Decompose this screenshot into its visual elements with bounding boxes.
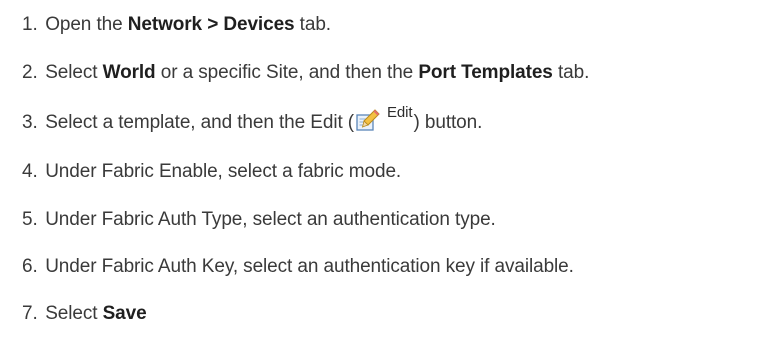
- edit-button-image: Edit: [355, 104, 413, 132]
- step-2: 2. Select World or a specific Site, and …: [22, 61, 589, 85]
- step-text: Select a template, and then the Edit (: [45, 112, 355, 133]
- step-text: Under Fabric Auth Type, select an authen…: [45, 209, 496, 230]
- step-text: Select: [45, 303, 103, 324]
- step-4: 4. Under Fabric Enable, select a fabric …: [22, 160, 401, 184]
- term-save: Save: [102, 303, 147, 324]
- edit-button-label: Edit: [387, 104, 413, 121]
- step-6: 6. Under Fabric Auth Key, select an auth…: [22, 255, 574, 279]
- term-port-templates: Port Templates: [418, 62, 553, 83]
- step-1: 1. Open the Network > Devices tab.: [22, 13, 331, 37]
- step-text: or a specific Site, and then the: [155, 62, 419, 83]
- step-5: 5. Under Fabric Auth Type, select an aut…: [22, 208, 496, 232]
- step-text: tab.: [552, 62, 590, 83]
- step-text: ) button.: [413, 112, 483, 133]
- menu-path-network-devices: Network > Devices: [127, 14, 295, 35]
- step-3: 3. Select a template, and then the Edit …: [22, 104, 483, 135]
- step-number: 7.: [22, 303, 38, 324]
- step-text: tab.: [294, 14, 331, 35]
- procedure-steps: 1. Open the Network > Devices tab. 2. Se…: [0, 0, 784, 342]
- step-number: 6.: [22, 256, 38, 277]
- term-world: World: [102, 62, 156, 83]
- step-7: 7. Select Save: [22, 302, 147, 326]
- step-text: Open the: [45, 14, 128, 35]
- step-number: 2.: [22, 62, 38, 83]
- step-text: Under Fabric Enable, select a fabric mod…: [45, 161, 402, 182]
- step-text: Under Fabric Auth Key, select an authent…: [45, 256, 574, 277]
- step-text: Select: [45, 62, 103, 83]
- edit-pencil-icon: [356, 109, 380, 131]
- step-number: 1.: [22, 14, 38, 35]
- step-number: 5.: [22, 209, 38, 230]
- step-number: 3.: [22, 112, 38, 133]
- step-number: 4.: [22, 161, 38, 182]
